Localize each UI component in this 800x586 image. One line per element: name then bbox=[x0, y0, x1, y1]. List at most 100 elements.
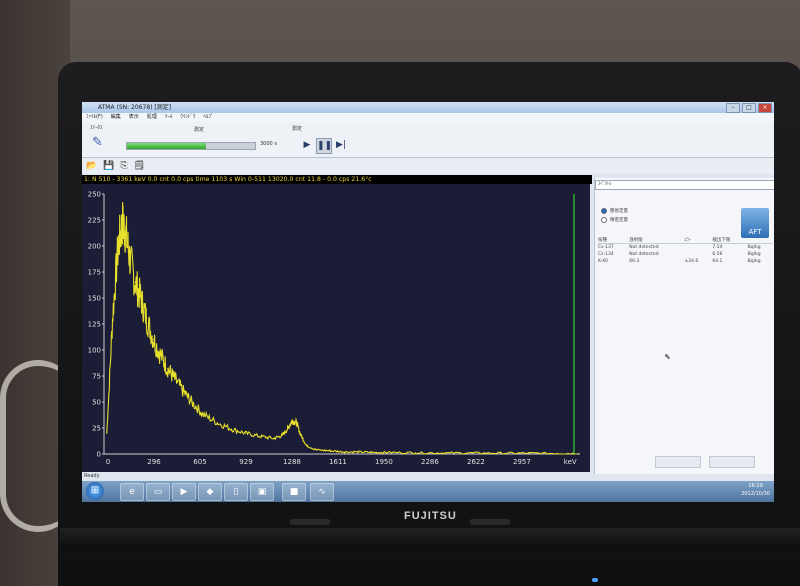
y-tick-label: 200 bbox=[88, 243, 101, 251]
spectrum-point bbox=[291, 420, 293, 422]
spectrum-point bbox=[202, 413, 204, 416]
laptop-screen: ATMA (SN: 20678) [測定] – □ × ﾌｧｲﾙ(F) 編集 表… bbox=[82, 102, 774, 502]
x-tick-label: 296 bbox=[147, 458, 161, 466]
progress-fill bbox=[127, 143, 207, 149]
cell-error bbox=[684, 244, 712, 252]
windows-taskbar: ⊞ e ▭ ▶ ◆ ▯ ▣ ■ ∿ 16:29 2012/10/30 bbox=[82, 481, 774, 502]
table-row[interactable]: Cs-134 Not detected 6.56 Bq/kg bbox=[597, 251, 773, 258]
spectrum-chart-svg: 0 25 50 75 100 125 150 175 200 225 250 0 296 605 929 12… bbox=[88, 191, 580, 466]
brand-logo: FUJITSU bbox=[404, 510, 457, 522]
measure-label: 測定 bbox=[194, 127, 205, 133]
table-header-row: 核種 放射能 ｴﾗｰ 検出下限 bbox=[597, 236, 773, 244]
spectrum-point bbox=[134, 281, 136, 283]
y-tick-label: 225 bbox=[88, 217, 101, 225]
col-unit bbox=[747, 236, 773, 244]
radio-simple-quant-label: 簡易定量 bbox=[610, 209, 628, 214]
taskbar-red-app-icon[interactable]: ■ bbox=[282, 483, 306, 501]
y-tick-label: 250 bbox=[88, 191, 101, 199]
spectrum-point bbox=[556, 452, 558, 454]
x-tick-label: 929 bbox=[239, 458, 252, 466]
export-icon[interactable]: ⎘ bbox=[120, 161, 127, 171]
col-error: ｴﾗｰ bbox=[684, 237, 692, 243]
pen-icon[interactable]: ✎ bbox=[92, 136, 106, 150]
menu-tools[interactable]: ﾂｰﾙ bbox=[165, 113, 173, 122]
spectrum-plot[interactable]: 0 25 50 75 100 125 150 175 200 225 250 0 296 605 929 12… bbox=[82, 184, 590, 472]
spectrum-point bbox=[471, 452, 473, 454]
menu-edit[interactable]: 編集 bbox=[111, 113, 121, 122]
panel-button-right[interactable] bbox=[709, 456, 755, 468]
x-tick-label: 0 bbox=[106, 458, 110, 466]
panel-dropdown[interactable]: ｽﾍﾟｸﾄﾙ bbox=[595, 180, 774, 190]
spectrum-status-line: 1: N 510 - 3361 keV 0.0 cnt 0.0 cps time… bbox=[82, 175, 592, 184]
open-folder-icon[interactable]: 📂 bbox=[86, 161, 97, 171]
spectrum-point bbox=[305, 445, 308, 447]
cell-unit: Bq/kg bbox=[747, 245, 761, 250]
radio-simple-quant[interactable]: 簡易定量 bbox=[601, 208, 628, 214]
status-bar-text: Ready bbox=[84, 473, 100, 479]
nuclide-table: 核種 放射能 ｴﾗｰ 検出下限 Cs-137 Not detected 7.14… bbox=[597, 236, 773, 265]
play-icon[interactable]: ▶ bbox=[300, 138, 314, 152]
col-activity: 放射能 bbox=[629, 237, 643, 243]
results-panel: ｽﾍﾟｸﾄﾙ 簡易定量 精密定量 AFT 核種 放射能 ｴﾗｰ 検出下限 Cs-… bbox=[594, 178, 774, 474]
radio-unselected-icon bbox=[601, 217, 607, 223]
cell-unit: Bq/kg bbox=[747, 252, 761, 257]
taskbar-folder-icon[interactable]: ▭ bbox=[146, 483, 170, 501]
measurement-toolbar: ｽﾃｰﾀｽ ✎ 測定 3000 s 測定 ▶ ❚❚ ▶| bbox=[82, 122, 774, 158]
notes-icon[interactable]: 🗒 bbox=[134, 161, 145, 171]
spectrum-point bbox=[414, 452, 417, 454]
cell-error bbox=[684, 251, 712, 258]
radio-selected-icon bbox=[601, 208, 607, 214]
radio-precise-quant[interactable]: 精密定量 bbox=[601, 217, 628, 223]
spectrum-point bbox=[300, 434, 302, 436]
spectrum-point bbox=[499, 452, 502, 454]
y-tick-label: 25 bbox=[92, 425, 101, 433]
y-tick-label: 50 bbox=[92, 399, 101, 407]
menu-view[interactable]: 表示 bbox=[129, 113, 139, 122]
minimize-button[interactable]: – bbox=[726, 103, 740, 113]
spectrum-point bbox=[216, 422, 218, 424]
start-button[interactable]: ⊞ bbox=[86, 482, 104, 500]
laptop-hinge bbox=[60, 528, 800, 548]
cell-activity: Not detected bbox=[629, 245, 659, 250]
taskbar-atma-icon[interactable]: ∿ bbox=[310, 483, 334, 501]
system-tray-clock[interactable]: 16:29 2012/10/30 bbox=[741, 482, 770, 498]
taskbar-app-icon[interactable]: ◆ bbox=[198, 483, 222, 501]
spectrum-point bbox=[259, 435, 261, 437]
save-icon[interactable]: 💾 bbox=[103, 161, 114, 171]
spectrum-point bbox=[315, 449, 318, 451]
panel-button-left[interactable] bbox=[655, 456, 701, 468]
spectrum-point bbox=[281, 434, 284, 436]
spectrum-point bbox=[140, 297, 142, 299]
taskbar-ie-icon[interactable]: e bbox=[120, 483, 144, 501]
spectrum-point bbox=[106, 432, 108, 434]
spectrum-point bbox=[111, 318, 114, 320]
x-tick-label: 1950 bbox=[375, 458, 393, 466]
taskbar-media-icon[interactable]: ▶ bbox=[172, 483, 196, 501]
cell-nuclide: Cs-137 bbox=[598, 245, 614, 250]
measure-control-label: 測定 bbox=[292, 126, 303, 132]
menu-file[interactable]: ﾌｧｲﾙ(F) bbox=[86, 113, 103, 122]
taskbar-doc-icon[interactable]: ▯ bbox=[224, 483, 248, 501]
table-row[interactable]: K-40 66.3 ±34.6 64.1 Bq/kg bbox=[597, 258, 773, 265]
y-tick-label: 75 bbox=[92, 373, 101, 381]
step-forward-icon[interactable]: ▶| bbox=[334, 138, 348, 152]
maximize-button[interactable]: □ bbox=[742, 103, 756, 113]
cell-detection-limit: 6.56 bbox=[712, 252, 723, 257]
window-titlebar: ATMA (SN: 20678) [測定] – □ × bbox=[82, 102, 774, 113]
cell-nuclide: K-40 bbox=[598, 259, 608, 264]
cell-activity: 66.3 bbox=[629, 259, 640, 264]
spectrum-point bbox=[245, 432, 247, 434]
taskbar-image-icon[interactable]: ▣ bbox=[250, 483, 274, 501]
aft-logo-text: AFT bbox=[748, 228, 762, 236]
pause-icon[interactable]: ❚❚ bbox=[316, 138, 332, 154]
menu-process[interactable]: 処理 bbox=[147, 113, 157, 122]
measurement-progress-bar bbox=[126, 142, 256, 150]
y-tick-label: 0 bbox=[97, 451, 101, 459]
radio-precise-quant-label: 精密定量 bbox=[610, 218, 628, 223]
spectrum-point bbox=[121, 222, 124, 224]
close-button[interactable]: × bbox=[758, 103, 772, 113]
spectrum-point bbox=[145, 318, 148, 320]
menu-help[interactable]: ﾍﾙﾌﾟ bbox=[203, 113, 213, 122]
table-row[interactable]: Cs-137 Not detected 7.14 Bq/kg bbox=[597, 244, 773, 252]
menu-window[interactable]: ｳｲﾝﾄﾞｳ bbox=[180, 113, 195, 122]
